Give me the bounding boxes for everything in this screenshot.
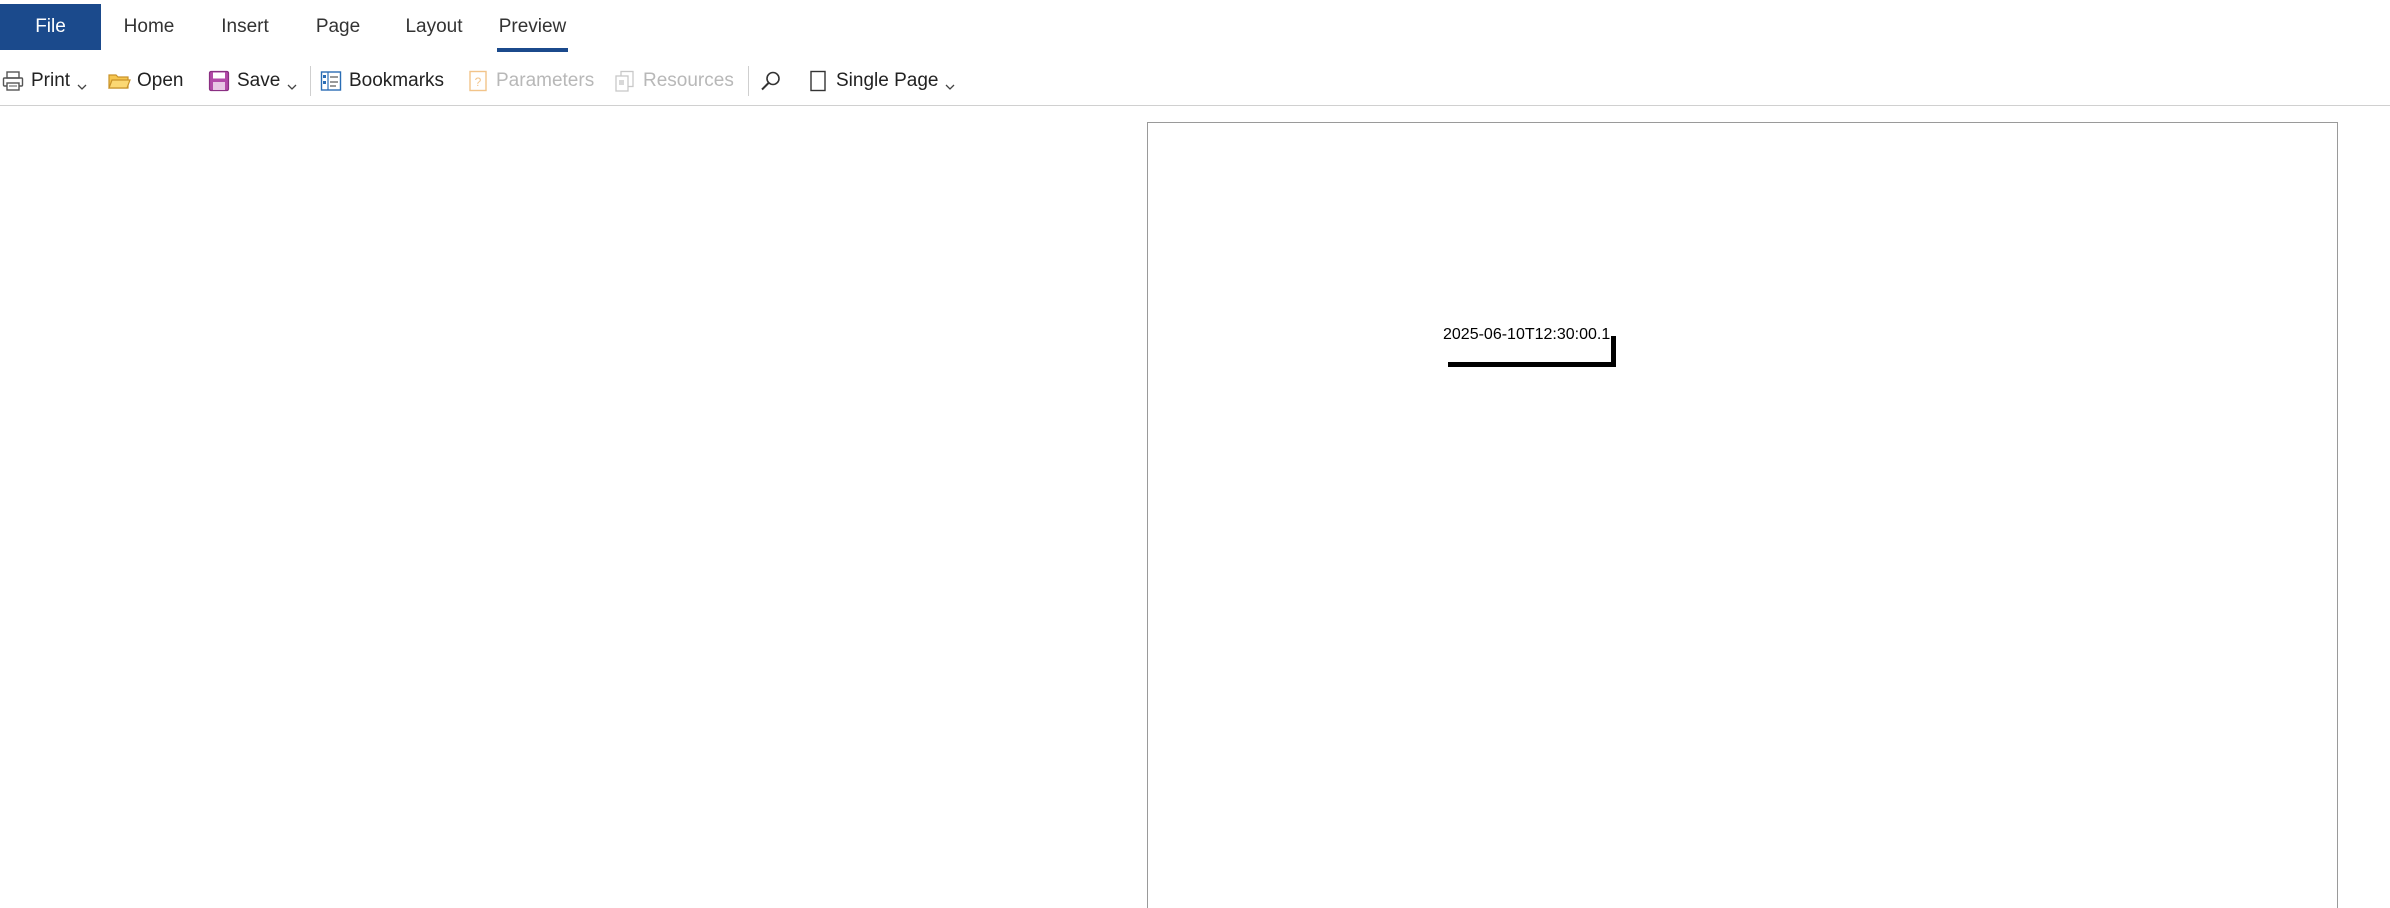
parameters-button[interactable]: ? Parameters	[465, 58, 594, 104]
resources-icon	[612, 68, 638, 94]
preview-toolbar: Print Open Save Bookmarks ? Parameters R…	[0, 58, 2390, 104]
report-designer-window: File Home Insert Page Layout Preview Pri…	[0, 0, 2390, 908]
toolbar-separator	[748, 66, 749, 96]
document-preview-area[interactable]: 2025-06-10T12:30:00.1	[0, 106, 2390, 908]
print-label: Print	[31, 70, 71, 91]
save-label: Save	[237, 70, 281, 91]
chevron-down-icon	[944, 76, 956, 90]
parameters-icon: ?	[465, 68, 491, 94]
print-button[interactable]: Print	[0, 58, 88, 104]
ribbon-tab-row: File Home Insert Page Layout Preview	[0, 0, 2390, 53]
open-button[interactable]: Open	[106, 58, 183, 104]
report-page: 2025-06-10T12:30:00.1	[1147, 122, 2338, 908]
chevron-down-icon	[286, 76, 298, 90]
tab-insert[interactable]: Insert	[217, 4, 273, 50]
datetime-field-value: 2025-06-10T12:30:00.1	[1443, 326, 1611, 343]
search-icon	[758, 68, 784, 94]
save-button[interactable]: Save	[206, 58, 298, 104]
svg-text:?: ?	[475, 75, 482, 89]
tab-home[interactable]: Home	[120, 4, 178, 50]
view-mode-label: Single Page	[836, 70, 939, 91]
page-icon	[805, 68, 831, 94]
bookmarks-button[interactable]: Bookmarks	[318, 58, 444, 104]
chevron-down-icon	[76, 76, 88, 90]
view-mode-dropdown[interactable]: Single Page	[805, 58, 956, 104]
printer-icon	[0, 68, 26, 94]
tab-layout[interactable]: Layout	[403, 4, 465, 50]
field-underline	[1448, 362, 1616, 367]
open-label: Open	[137, 70, 184, 91]
parameters-label: Parameters	[496, 70, 595, 91]
field-border-right	[1611, 336, 1616, 367]
toolbar-separator	[310, 66, 311, 96]
bookmarks-icon	[318, 68, 344, 94]
search-button[interactable]	[758, 58, 789, 104]
bookmarks-label: Bookmarks	[349, 70, 445, 91]
resources-label: Resources	[643, 70, 734, 91]
folder-icon	[106, 68, 132, 94]
tab-page[interactable]: Page	[313, 4, 363, 50]
tab-file[interactable]: File	[0, 4, 101, 50]
tab-preview[interactable]: Preview	[497, 4, 568, 52]
save-icon	[206, 68, 232, 94]
resources-button[interactable]: Resources	[612, 58, 734, 104]
